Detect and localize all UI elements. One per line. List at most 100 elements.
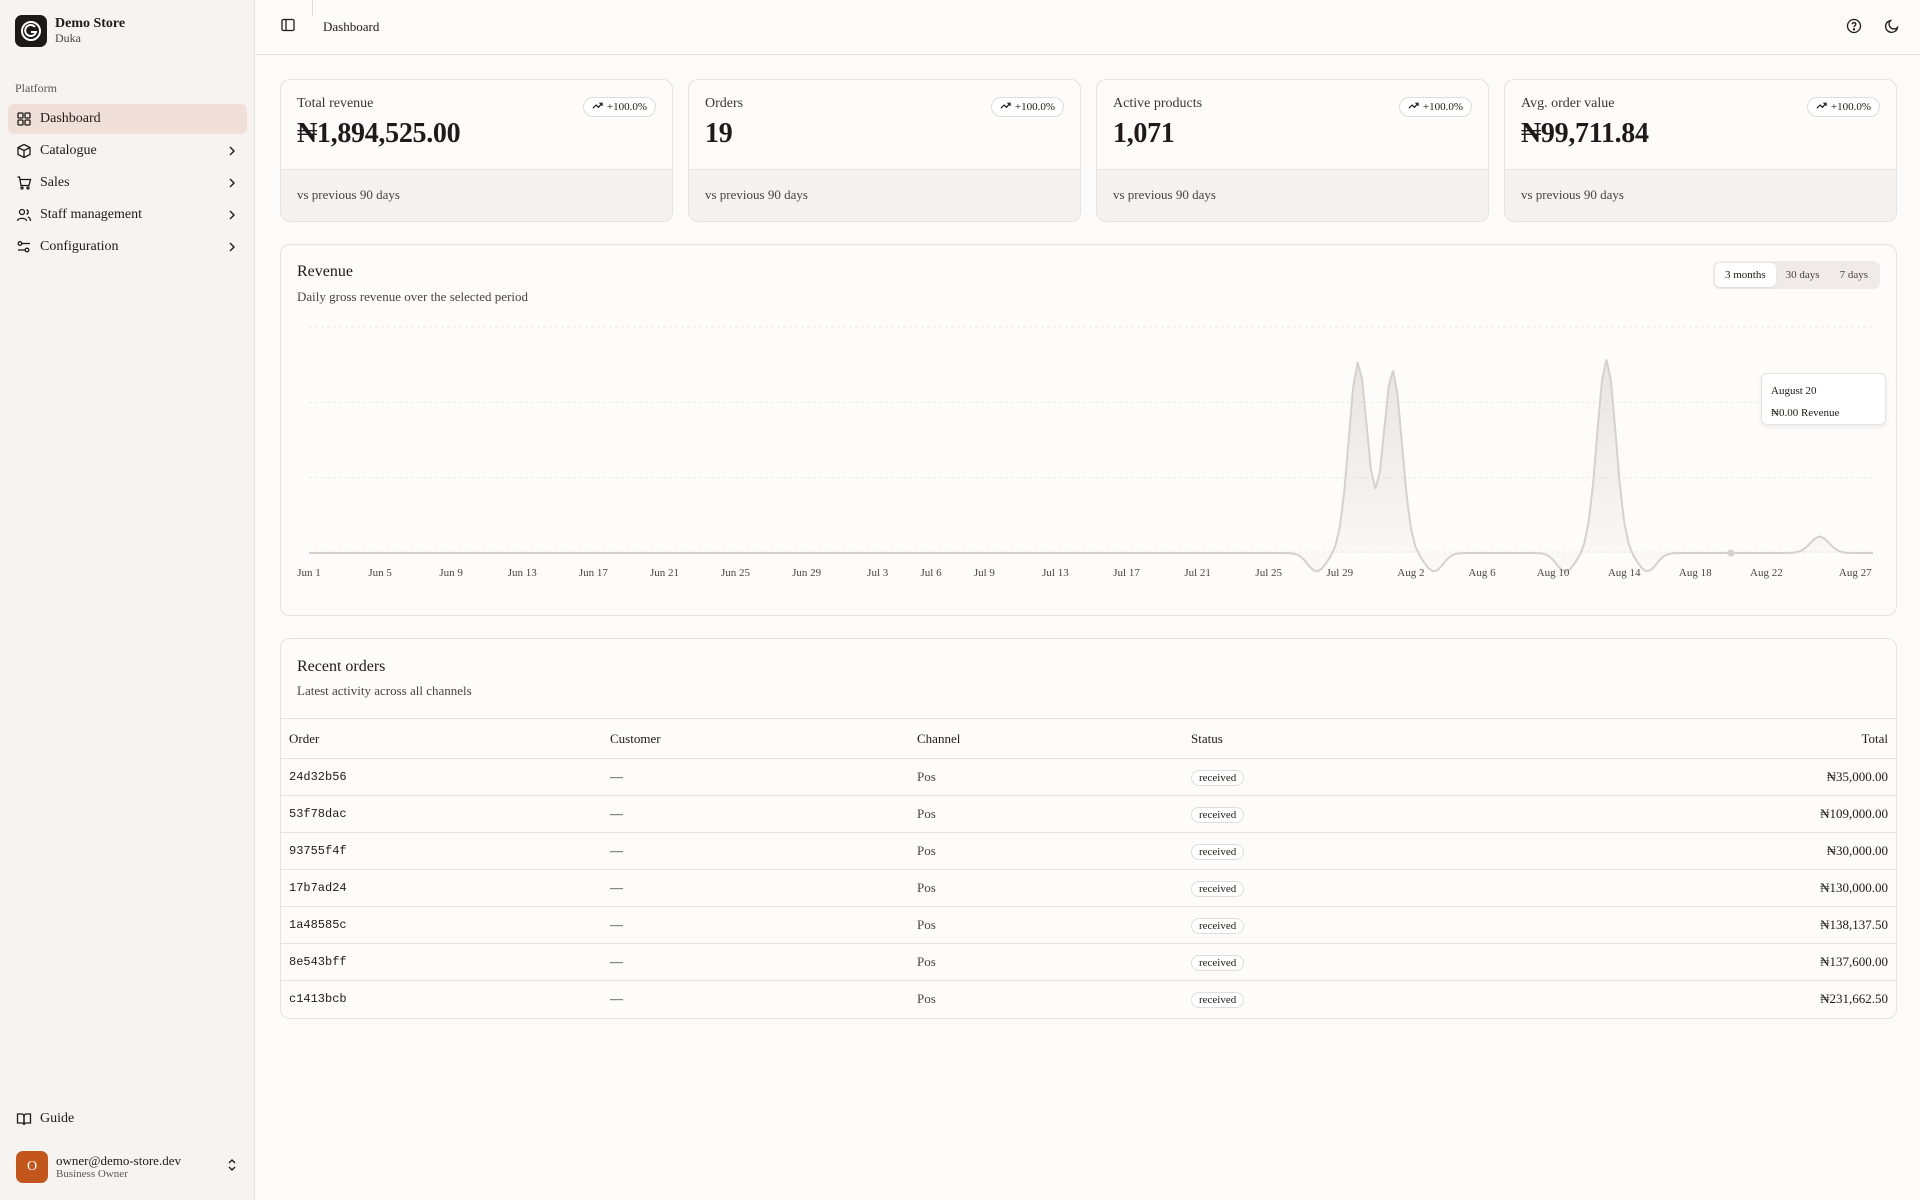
stat-card-active-products: Active products 1,071 +100.0% vs previou… — [1096, 79, 1489, 222]
order-channel: Pos — [909, 943, 1183, 981]
trend-value: +100.0% — [1422, 101, 1463, 113]
x-tick-label: Jul 6 — [920, 567, 942, 579]
hover-point — [1727, 549, 1735, 557]
help-button[interactable] — [1840, 14, 1868, 42]
x-tick-label: Jun 13 — [508, 567, 538, 579]
x-tick-label: Jun 29 — [792, 567, 822, 579]
x-tick-label: Jun 1 — [297, 567, 321, 579]
order-total: ₦231,662.50 — [1820, 991, 1888, 1007]
table-row[interactable]: 17b7ad24 — Pos received ₦130,000.00 — [281, 869, 1896, 907]
order-channel: Pos — [909, 832, 1183, 870]
table-row[interactable]: 24d32b56 — Pos received ₦35,000.00 — [281, 758, 1896, 796]
brand[interactable]: Demo Store Duka — [15, 15, 125, 47]
stat-footer: vs previous 90 days — [1505, 169, 1896, 221]
x-tick-label: Aug 2 — [1397, 567, 1424, 579]
stat-footer: vs previous 90 days — [689, 169, 1080, 221]
x-tick-label: Jul 17 — [1113, 567, 1140, 579]
order-channel: Pos — [909, 906, 1183, 944]
range-30-days-button[interactable]: 30 days — [1776, 263, 1830, 287]
trend-badge: +100.0% — [1398, 97, 1472, 117]
sidebar-item-configuration[interactable]: Configuration — [8, 232, 247, 262]
status-badge: received — [1191, 917, 1245, 934]
table-row[interactable]: 8e543bff — Pos received ₦137,600.00 — [281, 943, 1896, 981]
range-3-months-button[interactable]: 3 months — [1715, 263, 1776, 287]
order-channel: Pos — [909, 869, 1183, 907]
revenue-area — [309, 359, 1873, 572]
order-id: 17b7ad24 — [281, 869, 602, 907]
status-badge: received — [1191, 880, 1245, 897]
order-customer: — — [610, 991, 623, 1007]
sidebar-item-label: Configuration — [40, 239, 119, 254]
trend-badge: +100.0% — [990, 97, 1064, 117]
revenue-line — [309, 359, 1873, 573]
order-total: ₦35,000.00 — [1505, 758, 1896, 796]
x-tick-label: Jul 21 — [1184, 567, 1211, 579]
trend-badge: +100.0% — [582, 97, 656, 117]
x-tick-label: Jun 5 — [368, 567, 392, 579]
users-icon — [16, 207, 32, 223]
order-customer: — — [602, 906, 909, 944]
stat-cards: Total revenue ₦1,894,525.00 +100.0% vs p… — [280, 79, 1897, 222]
guide-link[interactable]: Guide — [8, 1104, 247, 1134]
x-tick-label: Jul 13 — [1042, 567, 1069, 579]
table-row[interactable]: 1a48585c — Pos received ₦138,137.50 — [281, 906, 1896, 944]
column-header-order: Order — [281, 718, 602, 759]
nav-section-label: Platform — [15, 81, 57, 95]
stat-card-total-revenue: Total revenue ₦1,894,525.00 +100.0% vs p… — [280, 79, 673, 222]
box-icon — [16, 143, 32, 159]
status-badge: received — [1191, 954, 1245, 971]
sidebar-item-sales[interactable]: Sales — [8, 168, 247, 198]
book-icon — [16, 1111, 32, 1127]
x-tick-label: Aug 18 — [1679, 567, 1712, 579]
guide-section: Guide — [8, 1104, 247, 1136]
stat-value: 19 — [705, 118, 733, 149]
stat-footer: vs previous 90 days — [281, 169, 672, 221]
orders-table: Order Customer Channel Status Total 24d3… — [281, 718, 1896, 1018]
sidebar-toggle-button[interactable] — [274, 13, 302, 41]
order-id: 8e543bff — [281, 943, 602, 981]
top-bar: Dashboard — [256, 0, 1920, 55]
table-header-row: Order Customer Channel Status Total — [281, 718, 1896, 759]
tooltip-date: August 20 — [1771, 385, 1817, 397]
chevron-right-icon — [225, 176, 239, 190]
sidebar-item-catalogue[interactable]: Catalogue — [8, 136, 247, 166]
x-tick-label: Aug 22 — [1750, 567, 1783, 579]
x-tick-label: Jun 21 — [650, 567, 679, 579]
chevron-right-icon — [225, 208, 239, 222]
cart-icon — [16, 175, 32, 191]
orders-subtitle: Latest activity across all channels — [297, 683, 472, 698]
trending-up-icon — [592, 100, 603, 114]
stat-card-orders: Orders 19 +100.0% vs previous 90 days — [688, 79, 1081, 222]
trending-up-icon — [1000, 100, 1011, 114]
x-tick-label: Jul 25 — [1255, 567, 1282, 579]
trend-value: +100.0% — [1830, 101, 1871, 113]
table-row[interactable]: c1413bcb — Pos received ₦231,662.50 — [281, 981, 1896, 1018]
table-row[interactable]: 53f78dac — Pos received ₦109,000.00 — [281, 795, 1896, 833]
chevrons-up-down-icon — [225, 1158, 239, 1177]
range-selector: 3 months 30 days 7 days — [1713, 261, 1880, 289]
moon-icon — [1884, 18, 1900, 39]
column-header-status: Status — [1183, 718, 1506, 759]
stat-value: ₦99,711.84 — [1521, 118, 1649, 149]
revenue-card: Jun 1 Jun 5 Jun 9 Jun 13 Jun 17 Jun 21 Jun 25 J… — [280, 244, 1897, 616]
user-role: Business Owner — [56, 1168, 128, 1181]
user-menu[interactable]: O owner@demo-store.dev Business Owner — [8, 1145, 247, 1189]
order-id: c1413bcb — [289, 992, 347, 1007]
table-row[interactable]: 93755f4f — Pos received ₦30,000.00 — [281, 832, 1896, 870]
sidebar-item-dashboard[interactable]: Dashboard — [8, 104, 247, 134]
trending-up-icon — [1408, 100, 1419, 114]
theme-toggle-button[interactable] — [1878, 14, 1906, 42]
trend-value: +100.0% — [606, 101, 647, 113]
breadcrumb: Dashboard — [323, 19, 380, 34]
status-badge: received — [1191, 769, 1245, 786]
sidebar-item-staff-management[interactable]: Staff management — [8, 200, 247, 230]
range-7-days-button[interactable]: 7 days — [1830, 263, 1878, 287]
order-total: ₦130,000.00 — [1505, 869, 1896, 907]
stat-value: 1,071 — [1113, 118, 1175, 149]
sidebar-item-label: Staff management — [40, 207, 142, 222]
order-channel: Pos — [909, 795, 1183, 833]
order-customer: — — [602, 795, 909, 833]
order-customer: — — [602, 869, 909, 907]
sidebar: Demo Store Duka Platform Dashboard Catal… — [0, 0, 255, 1200]
revenue-subtitle: Daily gross revenue over the selected pe… — [297, 289, 529, 304]
